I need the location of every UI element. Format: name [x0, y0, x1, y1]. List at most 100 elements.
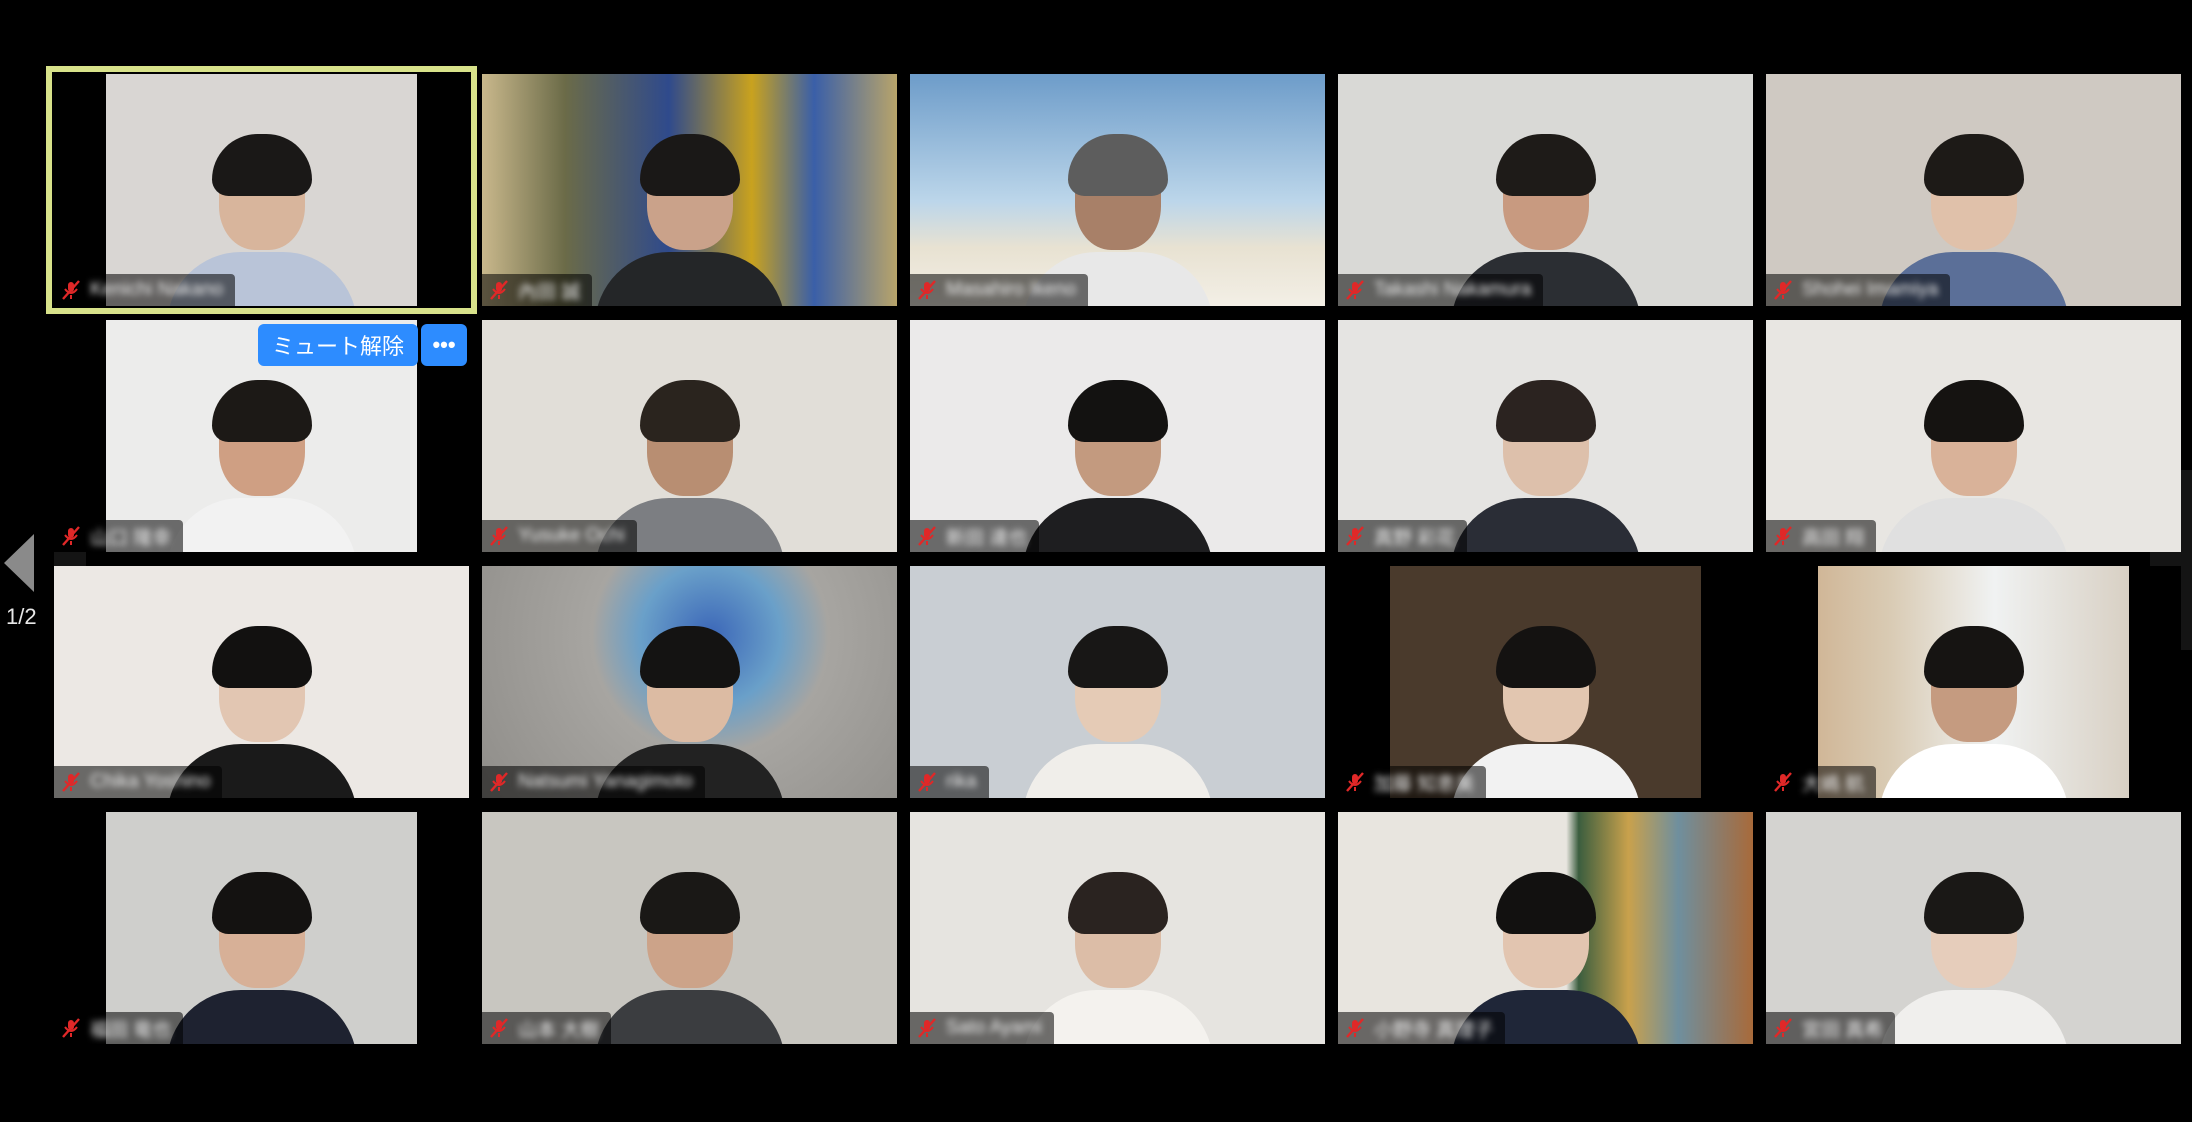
participant-tile[interactable]: 山本 大樹	[482, 812, 897, 1044]
participant-person	[594, 106, 785, 306]
participant-name: 宮田 真希	[1802, 1019, 1884, 1041]
participant-name-tag: Natsumi Yanagimoto	[482, 766, 705, 798]
participant-name: 大嶋 航	[1802, 773, 1865, 795]
mic-muted-icon	[918, 526, 936, 546]
participant-name-tag: 小野寺 真理子	[1338, 1012, 1506, 1044]
participant-tile[interactable]: 高田 翔	[1766, 320, 2181, 552]
mic-muted-icon	[918, 1018, 936, 1038]
participant-name: Masahiro Ikeno	[946, 279, 1076, 300]
participant-name: 高田 翔	[1802, 527, 1865, 549]
mic-muted-icon	[1774, 280, 1792, 300]
participant-name-tag: 真野 彩花	[1338, 520, 1468, 552]
letterbox-left	[1338, 566, 1390, 798]
mic-muted-icon	[490, 1018, 508, 1038]
participant-tile[interactable]: 福田 竜也	[54, 812, 469, 1044]
mic-muted-icon	[918, 772, 936, 792]
mic-muted-icon	[1774, 772, 1792, 792]
chevron-left-icon	[4, 534, 34, 592]
letterbox-right	[417, 812, 469, 1044]
participant-person	[166, 352, 357, 552]
more-options-button[interactable]: •••	[421, 324, 467, 366]
participant-name-tag: Takashi Nakamura	[1338, 274, 1544, 306]
participant-name: Yusuke Ochi	[518, 525, 625, 546]
video-gallery: 1/2 Kenichi Nakano 內田 誠 Masahiro Ikeno Taka…	[0, 0, 2192, 1122]
mic-muted-icon	[490, 526, 508, 546]
participant-tile[interactable]: Natsumi Yanagimoto	[482, 566, 897, 798]
mic-muted-icon	[62, 280, 80, 300]
participant-person	[1878, 844, 2069, 1044]
letterbox-right	[1701, 566, 1753, 798]
participant-name-tag: Chika Yoshino	[54, 766, 223, 798]
participant-name: 山本 大樹	[518, 1019, 600, 1041]
participant-tile[interactable]: 山口 隆幸 ミュート解除 •••	[54, 320, 469, 552]
mic-muted-icon	[62, 1018, 80, 1038]
participant-tile[interactable]: 宮田 真希	[1766, 812, 2181, 1044]
participant-name: 真野 彩花	[1374, 527, 1456, 549]
participant-tile[interactable]: 新田 達也	[910, 320, 1325, 552]
participant-name: Shohei Imamiya	[1802, 279, 1939, 300]
participant-tile[interactable]: 內田 誠	[482, 74, 897, 306]
participant-person	[1878, 598, 2069, 798]
letterbox-left	[54, 320, 106, 552]
participant-name-tag: Yusuke Ochi	[482, 520, 637, 552]
mic-muted-icon	[1346, 526, 1364, 546]
participant-name-tag: 加藤 知恵美	[1338, 766, 1487, 798]
participant-name: Natsumi Yanagimoto	[518, 771, 693, 792]
participant-name-tag: 福田 竜也	[54, 1012, 184, 1044]
participant-name-tag: 內田 誠	[482, 274, 593, 306]
participant-name-tag: rika	[910, 766, 989, 798]
letterbox-right	[2129, 566, 2181, 798]
participant-tile[interactable]: Sato Ayami	[910, 812, 1325, 1044]
mic-muted-icon	[62, 526, 80, 546]
participant-tile[interactable]: 小野寺 真理子	[1338, 812, 1753, 1044]
participant-name: Takashi Nakamura	[1374, 279, 1532, 300]
mic-muted-icon	[1346, 772, 1364, 792]
participant-person	[1450, 352, 1641, 552]
participant-name: 加藤 知恵美	[1374, 773, 1475, 795]
participant-tile[interactable]: Masahiro Ikeno	[910, 74, 1325, 306]
participant-name-tag: 山本 大樹	[482, 1012, 612, 1044]
letterbox-left	[1766, 566, 1818, 798]
participant-tile[interactable]: Chika Yoshino	[54, 566, 469, 798]
letterbox-left	[54, 812, 106, 1044]
participant-name-tag: Shohei Imamiya	[1766, 274, 1951, 306]
participant-name: Chika Yoshino	[90, 771, 211, 792]
participant-name: 福田 竜也	[90, 1019, 172, 1041]
mic-muted-icon	[1346, 1018, 1364, 1038]
participant-tile[interactable]: rika	[910, 566, 1325, 798]
participant-name-tag: Sato Ayami	[910, 1012, 1054, 1044]
participant-tile[interactable]: 加藤 知恵美	[1338, 566, 1753, 798]
page-indicator: 1/2	[6, 604, 37, 629]
mic-muted-icon	[918, 280, 936, 300]
participant-name-tag: 山口 隆幸	[54, 520, 184, 552]
participant-name: Sato Ayami	[946, 1017, 1042, 1038]
letterbox-left	[54, 74, 106, 306]
participant-tile[interactable]: 大嶋 航	[1766, 566, 2181, 798]
participant-tile[interactable]: Yusuke Ochi	[482, 320, 897, 552]
mic-muted-icon	[490, 280, 508, 300]
participant-tile[interactable]: Takashi Nakamura	[1338, 74, 1753, 306]
mic-muted-icon	[1774, 1018, 1792, 1038]
participant-name: 小野寺 真理子	[1374, 1019, 1494, 1041]
participant-person	[1878, 352, 2069, 552]
participant-name: 山口 隆幸	[90, 527, 172, 549]
mic-muted-icon	[490, 772, 508, 792]
participant-name: Kenichi Nakano	[90, 279, 224, 300]
participant-name-tag: Masahiro Ikeno	[910, 274, 1088, 306]
participant-name-tag: Kenichi Nakano	[54, 274, 236, 306]
unmute-button[interactable]: ミュート解除	[258, 324, 419, 366]
participant-name-tag: 宮田 真希	[1766, 1012, 1896, 1044]
participant-name-tag: 高田 翔	[1766, 520, 1877, 552]
participant-name: 內田 誠	[518, 281, 581, 303]
prev-page-button[interactable]	[2, 532, 38, 594]
participant-grid: Kenichi Nakano 內田 誠 Masahiro Ikeno Takashi …	[46, 66, 2182, 1048]
mic-muted-icon	[62, 772, 80, 792]
participant-name: rika	[946, 771, 977, 792]
participant-person	[1022, 598, 1213, 798]
mic-muted-icon	[1346, 280, 1364, 300]
participant-tile[interactable]: Shohei Imamiya	[1766, 74, 2181, 306]
participant-tile[interactable]: 真野 彩花	[1338, 320, 1753, 552]
participant-tile[interactable]: Kenichi Nakano	[46, 66, 477, 314]
participant-person	[594, 844, 785, 1044]
participant-name-tag: 新田 達也	[910, 520, 1040, 552]
